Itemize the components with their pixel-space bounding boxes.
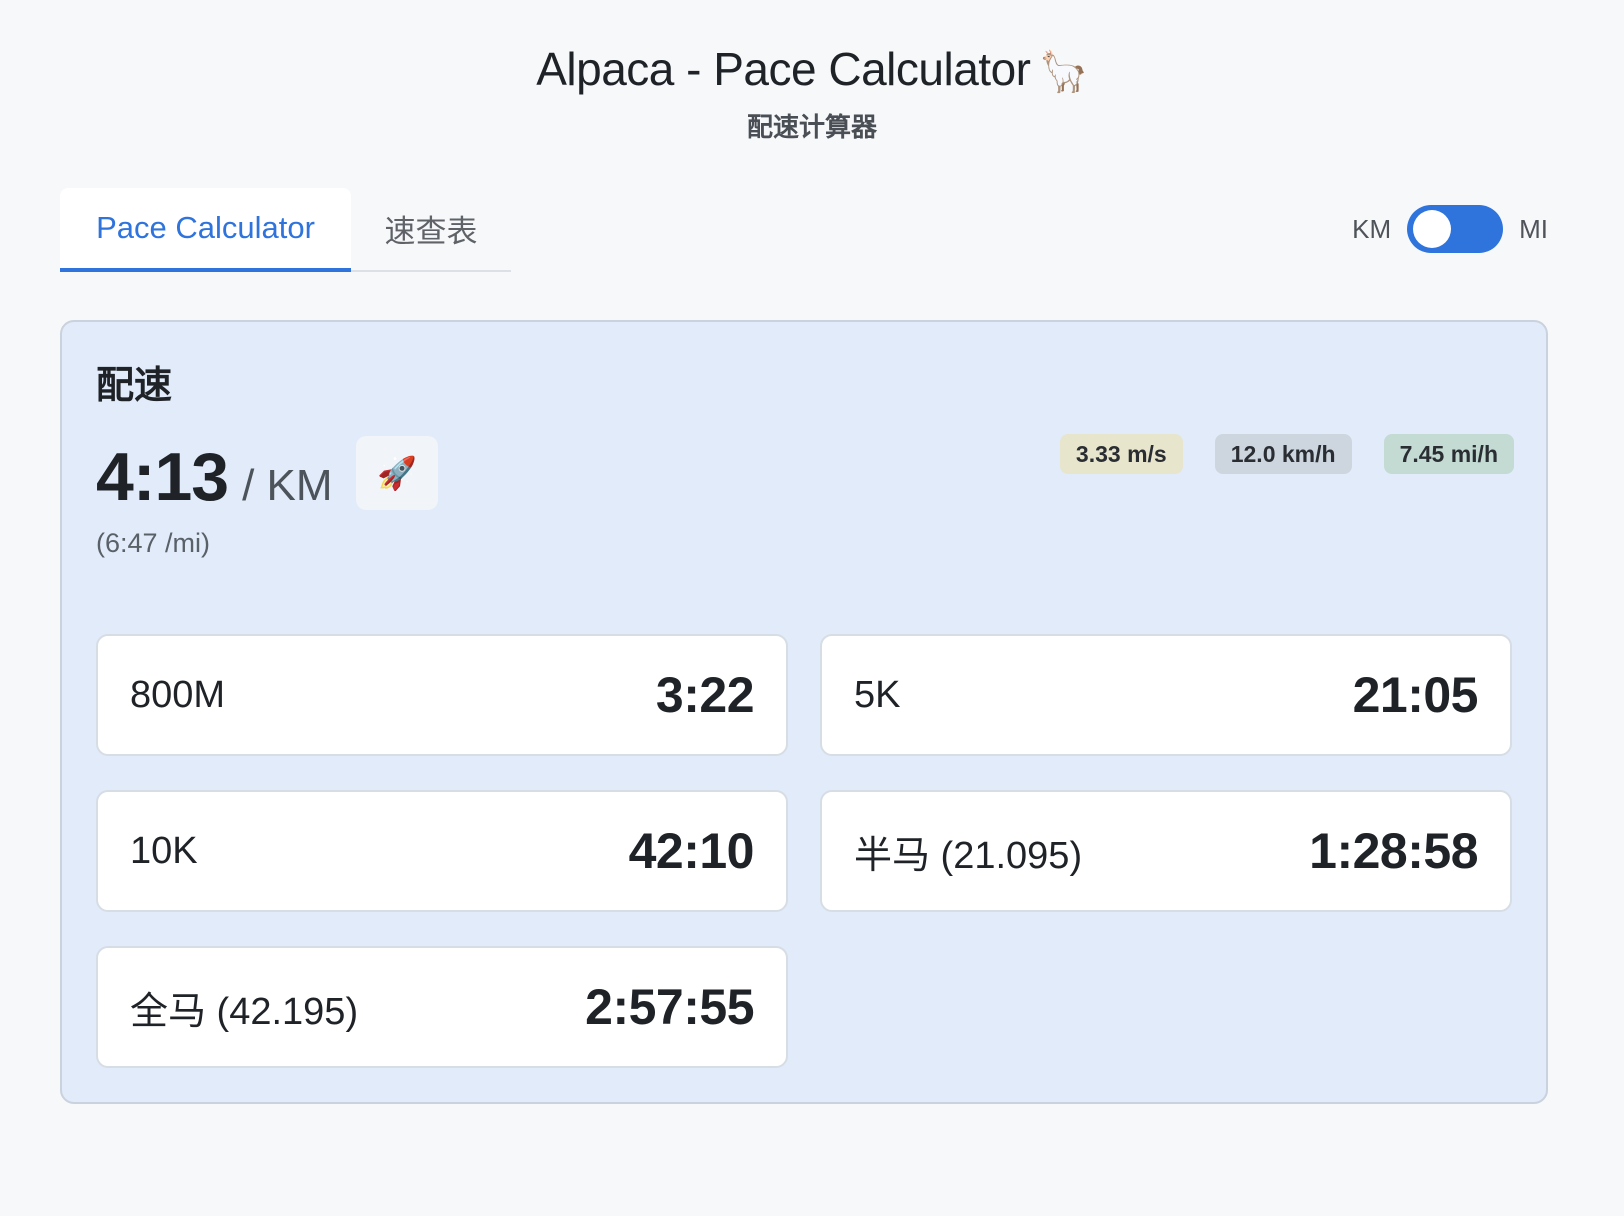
pace-alt-mile: (6:47 /mi) bbox=[96, 528, 211, 558]
speed-badge-kmh: 12.0 km/h bbox=[1214, 434, 1352, 474]
race-card-5k: 5K 21:05 bbox=[820, 634, 1512, 756]
tab-pace-calculator[interactable]: Pace Calculator bbox=[60, 188, 351, 272]
race-time: 1:28:58 bbox=[1309, 823, 1478, 879]
speed-badges: 3.33 m/s 12.0 km/h 7.45 mi/h bbox=[1059, 434, 1514, 474]
race-card-10k: 10K 42:10 bbox=[96, 790, 788, 912]
tab-quick-reference[interactable]: 速查表 bbox=[351, 188, 511, 268]
unit-label-mi: MI bbox=[1519, 213, 1548, 244]
alpaca-icon: 🦙 bbox=[1038, 50, 1088, 94]
race-time: 2:57:55 bbox=[585, 979, 754, 1035]
pace-card-title: 配速 bbox=[96, 365, 173, 407]
rocket-icon: 🚀 bbox=[377, 455, 417, 491]
race-name: 全马 (42.195) bbox=[130, 990, 359, 1033]
unit-label-km: KM bbox=[1352, 213, 1392, 244]
pace-unit: / KM bbox=[242, 461, 333, 510]
speed-badge-mih: 7.45 mi/h bbox=[1383, 434, 1514, 474]
race-name: 10K bbox=[130, 829, 198, 872]
app-title: Alpaca - Pace Calculator 🦙 bbox=[0, 38, 1624, 103]
race-time: 3:22 bbox=[655, 667, 755, 723]
pace-card: 配速 4:13 / KM 🚀 (6:47 /mi) 3.33 m/s 12.0 … bbox=[60, 320, 1548, 1104]
race-time: 21:05 bbox=[1352, 667, 1479, 723]
pace-value: 4:13 bbox=[96, 439, 229, 515]
speed-badge-ms: 3.33 m/s bbox=[1059, 434, 1183, 474]
unit-switch[interactable] bbox=[1407, 205, 1504, 253]
race-name: 5K bbox=[854, 673, 901, 716]
unit-toggle: KM MI bbox=[1352, 205, 1548, 253]
race-time: 42:10 bbox=[628, 823, 755, 879]
app-title-text: Alpaca - Pace Calculator bbox=[536, 43, 1031, 95]
race-name: 800M bbox=[130, 673, 226, 716]
app-subtitle: 配速计算器 bbox=[746, 112, 877, 142]
pace-display: 4:13 / KM bbox=[96, 437, 333, 517]
app-header: Alpaca - Pace Calculator 🦙 配速计算器 bbox=[0, 38, 1624, 144]
tab-bar: Pace Calculator 速查表 bbox=[60, 188, 511, 272]
rocket-button[interactable]: 🚀 bbox=[356, 436, 438, 510]
race-name: 半马 (21.095) bbox=[854, 834, 1083, 877]
race-card-marathon: 全马 (42.195) 2:57:55 bbox=[96, 946, 788, 1068]
race-card-half-marathon: 半马 (21.095) 1:28:58 bbox=[820, 790, 1512, 912]
race-card-800m: 800M 3:22 bbox=[96, 634, 788, 756]
race-grid: 800M 3:22 5K 21:05 10K 42:10 半马 (21.095)… bbox=[96, 634, 1512, 1068]
switch-knob bbox=[1413, 210, 1452, 248]
